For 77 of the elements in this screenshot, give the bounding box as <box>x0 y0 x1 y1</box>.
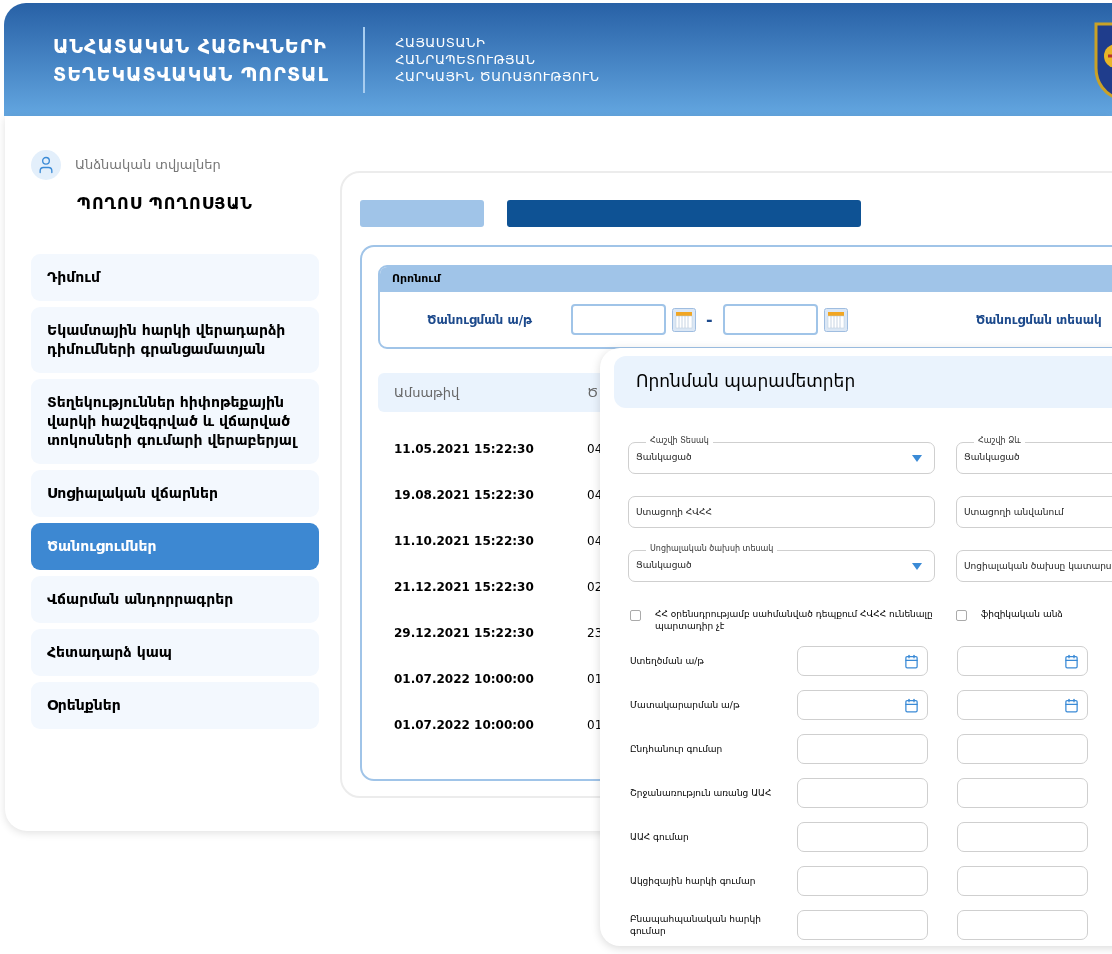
amount-field[interactable] <box>957 822 1088 852</box>
date-field[interactable] <box>957 690 1088 720</box>
range-label: Բնապահպանական հարկի գումար <box>630 913 762 937</box>
checkbox[interactable] <box>630 610 641 621</box>
date-field[interactable] <box>797 646 928 676</box>
checkbox-label: ՀՀ օրենսդրությամբ սահմանված դեպքում ՀՎՀՀ ունենալը պարտադիր չէ <box>655 608 934 632</box>
table-cell-text: 11.10.2021 15:22:30 <box>394 533 535 550</box>
dropdown-caret-icon <box>912 563 922 570</box>
date-label: Ծանուցման ա/թ <box>427 311 534 329</box>
sidebar-item[interactable]: Սոցիալական վճարներ <box>31 470 319 517</box>
calendar-icon[interactable] <box>904 653 919 669</box>
portal-title: ԱՆՀԱՏԱԿԱՆ ՀԱՇԻՎՆԵՐԻ <box>53 33 328 59</box>
amount-field[interactable] <box>957 734 1088 764</box>
sidebar-item[interactable]: Ծանուցումներ <box>31 523 319 570</box>
field-label: Հաշվի Տեսակ <box>646 435 713 447</box>
checkbox[interactable] <box>956 610 967 621</box>
agency-name: ՀԱՆՐԱՊԵՏՈՒԹՅԱՆ <box>395 51 537 68</box>
range-label: Շրջանառություն առանց ԱԱՀ <box>630 787 773 799</box>
date-field[interactable] <box>797 690 928 720</box>
range-label: Ստեղծման ա/թ <box>630 655 705 667</box>
sidebar-item[interactable]: Հետադարձ կապ <box>31 629 319 676</box>
sidebar-item[interactable]: Վճարման անդորրագրեր <box>31 576 319 623</box>
table-cell-text: 04 <box>587 441 603 458</box>
user-name: ՊՈՂՈՍ ՊՈՂՈՍՅԱՆ <box>77 193 254 215</box>
type-label: Ծանուցման տեսակ <box>975 311 1102 329</box>
amount-field[interactable] <box>797 866 928 896</box>
table-cell-text: 01.07.2022 10:00:00 <box>394 717 535 734</box>
panel-title: Որոնման պարամետրեր <box>636 370 856 394</box>
table-cell-text: 04 <box>587 487 603 504</box>
tab-placeholder[interactable] <box>360 200 484 227</box>
table-cell-text: 01 <box>587 717 603 734</box>
text-field[interactable]: Սոցիալական ծախսը կատարս <box>956 550 1112 582</box>
table-cell-text: 21.12.2021 15:22:30 <box>394 579 535 596</box>
amount-field[interactable] <box>957 910 1088 940</box>
range-label: ԱԱՀ գումար <box>630 831 690 843</box>
table-cell-text: 04 <box>587 533 603 550</box>
table-cell-text: 01.07.2022 10:00:00 <box>394 671 535 688</box>
amount-field[interactable] <box>957 866 1088 896</box>
checkbox-label: ֆիզիկական անձ <box>981 608 1063 620</box>
profile-caption: Անձնական տվյալներ <box>75 156 221 175</box>
range-label: Ընդհանուր գումար <box>630 743 724 755</box>
sidebar-item[interactable]: Տեղեկություններ հիփոթեքային վարկի հաշվեգրված և վճարված տոկոսների գումարի վերաբերյալ <box>31 379 319 464</box>
agency-name: ՀԱՅԱՍՏԱՆԻ <box>395 34 487 51</box>
text-field[interactable]: Ստացողի անվանում <box>956 496 1112 528</box>
calendar-icon[interactable] <box>672 307 696 332</box>
sidebar-item[interactable]: Դիմում <box>31 254 319 301</box>
calendar-icon[interactable] <box>823 307 848 332</box>
amount-field[interactable] <box>797 778 928 808</box>
dropdown-caret-icon <box>912 455 922 462</box>
text-field[interactable]: Ստացողի ՀՎՀՀ <box>628 496 935 528</box>
column-header: Ծ <box>587 383 599 402</box>
amount-field[interactable] <box>797 822 928 852</box>
field-label: Հաշվի Ձև <box>974 435 1025 447</box>
table-cell-text: 19.08.2021 15:22:30 <box>394 487 535 504</box>
field-label: Սոցիալական ծախսի տեսակ <box>646 543 778 555</box>
range-label: Մատակարարման ա/թ <box>630 699 741 711</box>
calendar-icon[interactable] <box>904 697 919 713</box>
calendar-icon[interactable] <box>1064 653 1079 669</box>
amount-field[interactable] <box>957 778 1088 808</box>
table-cell-text: 01 <box>587 671 603 688</box>
portal-title: ՏԵՂԵԿԱՏՎԱԿԱՆ ՊՈՐՏԱԼ <box>53 61 330 87</box>
table-cell-text: 29.12.2021 15:22:30 <box>394 625 535 642</box>
tab-placeholder[interactable] <box>507 200 861 227</box>
sidebar-item[interactable]: Եկամտային հարկի վերադարձի դիմումների գրանցամատյան <box>31 307 319 373</box>
range-label: Ակցիզային հարկի գումար <box>630 875 757 887</box>
search-title: Որոնում <box>392 271 441 288</box>
sidebar-item[interactable]: Օրենքներ <box>31 682 319 729</box>
amount-field[interactable] <box>797 910 928 940</box>
date-from-field[interactable] <box>571 304 666 335</box>
range-separator: - <box>706 308 713 331</box>
date-field[interactable] <box>957 646 1088 676</box>
column-header: Ամսաթիվ <box>394 383 461 402</box>
date-to-field[interactable] <box>722 304 818 335</box>
agency-name: ՀԱՐԿԱՅԻՆ ԾԱՌԱՅՈՒԹՅՈՒՆ <box>395 68 600 85</box>
amount-field[interactable] <box>797 734 928 764</box>
calendar-icon[interactable] <box>1064 697 1079 713</box>
table-cell-text: 11.05.2021 15:22:30 <box>394 441 535 458</box>
